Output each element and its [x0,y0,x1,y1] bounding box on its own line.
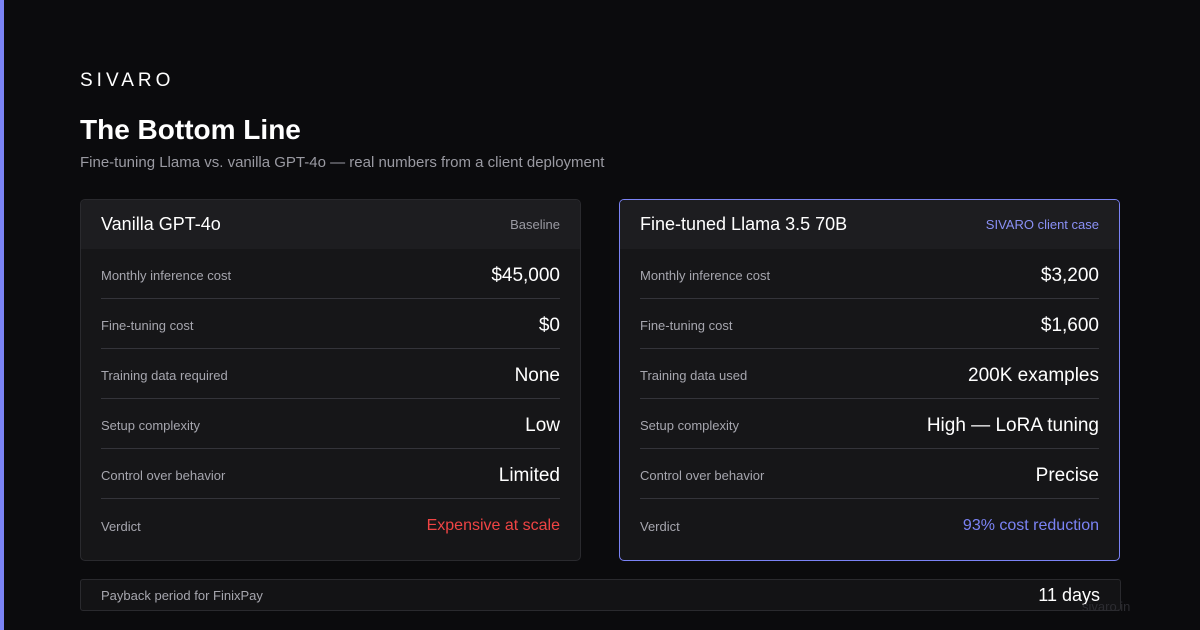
row-label: Training data used [640,368,748,383]
card-title: Vanilla GPT-4o [101,214,221,234]
row-training-data: Training data required None [101,349,560,399]
watermark: sivaro.in [1082,599,1131,614]
comparison-card-baseline: Vanilla GPT-4o Baseline Monthly inferenc… [80,199,581,561]
row-label: Verdict [101,518,141,534]
row-value: None [514,364,560,386]
payback-label: Payback period for FinixPay [101,587,263,603]
row-label: Control over behavior [101,468,226,483]
card-tag: Baseline [510,217,560,232]
comparison-card-client-case: Fine-tuned Llama 3.5 70B SIVARO client c… [619,199,1120,561]
row-setup-complexity: Setup complexity High — LoRA tuning [640,399,1099,449]
verdict-value: Expensive at scale [426,517,560,534]
row-fine-tuning-cost: Fine-tuning cost $0 [101,299,560,349]
brand-logo: SIVARO [80,70,175,91]
row-control: Control over behavior Precise [640,449,1099,499]
row-control: Control over behavior Limited [101,449,560,499]
card-header: Fine-tuned Llama 3.5 70B SIVARO client c… [620,200,1119,249]
row-training-data: Training data used 200K examples [640,349,1099,399]
row-verdict: Verdict Expensive at scale [101,499,560,549]
row-monthly-inference-cost: Monthly inference cost $45,000 [101,249,560,299]
card-rows: Monthly inference cost $3,200 Fine-tunin… [620,249,1119,549]
row-label: Setup complexity [640,418,739,433]
row-value: 200K examples [968,364,1099,386]
row-fine-tuning-cost: Fine-tuning cost $1,600 [640,299,1099,349]
payback-bar: Payback period for FinixPay 11 days [80,579,1121,611]
card-title: Fine-tuned Llama 3.5 70B [640,214,848,234]
row-value: Limited [498,464,560,486]
row-value: Low [525,414,560,436]
row-label: Monthly inference cost [101,268,232,283]
row-verdict: Verdict 93% cost reduction [640,499,1099,549]
row-value: $1,600 [1040,314,1099,336]
page-subtitle: Fine-tuning Llama vs. vanilla GPT-4o — r… [80,154,605,171]
row-value: High — LoRA tuning [926,414,1099,436]
row-label: Monthly inference cost [640,268,771,283]
row-label: Verdict [640,518,680,534]
card-tag: SIVARO client case [985,217,1099,232]
row-value: $3,200 [1040,264,1099,286]
row-value: $0 [538,314,560,336]
verdict-value: 93% cost reduction [962,517,1099,534]
card-rows: Monthly inference cost $45,000 Fine-tuni… [81,249,580,549]
row-label: Fine-tuning cost [640,318,733,333]
row-monthly-inference-cost: Monthly inference cost $3,200 [640,249,1099,299]
row-label: Training data required [101,368,228,383]
row-label: Control over behavior [640,468,765,483]
row-value: $45,000 [491,264,560,286]
page-title: The Bottom Line [80,114,301,145]
card-header: Vanilla GPT-4o Baseline [81,200,580,249]
row-value: Precise [1035,464,1099,486]
accent-bar [0,0,4,630]
row-label: Setup complexity [101,418,200,433]
row-label: Fine-tuning cost [101,318,194,333]
row-setup-complexity: Setup complexity Low [101,399,560,449]
